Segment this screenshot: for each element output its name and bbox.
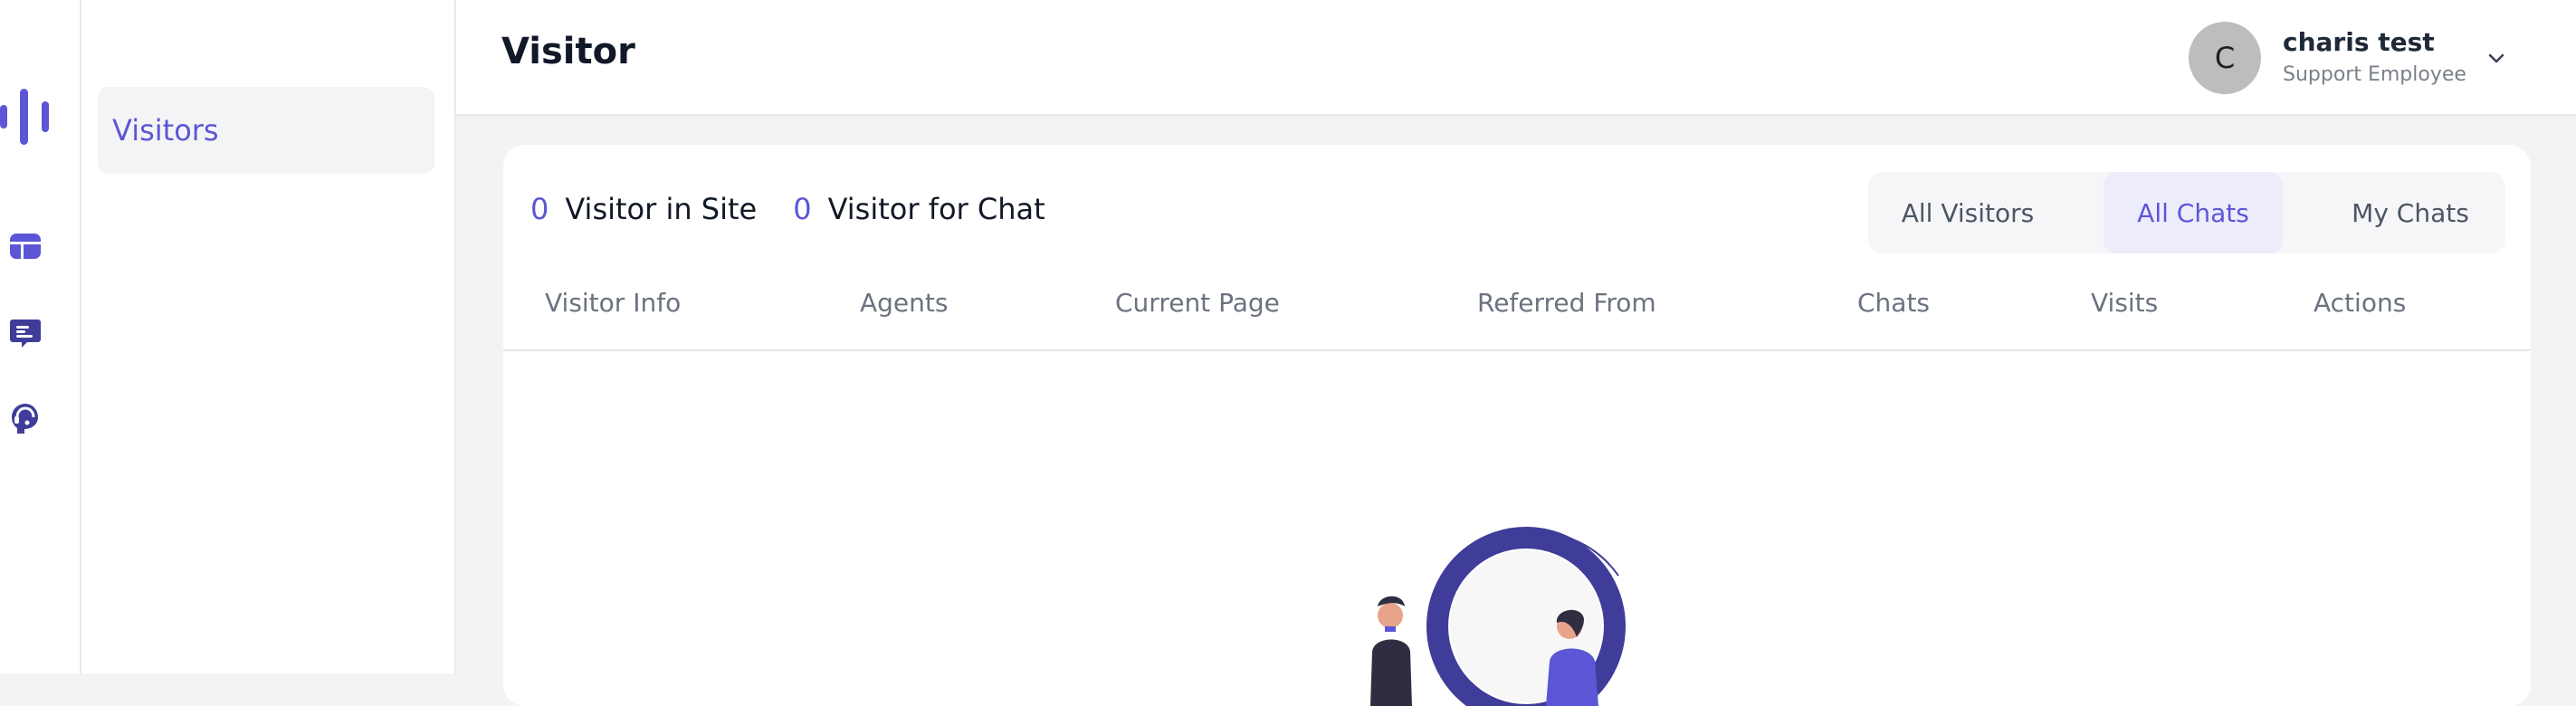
tab-all-chats[interactable]: All Chats (2104, 172, 2283, 253)
chat-filter-tabs: All Visitors All Chats My Chats (1868, 172, 2505, 253)
user-name: charis test (2283, 27, 2435, 57)
support-agent-icon[interactable] (5, 398, 45, 438)
visitor-for-chat-count: 0 (793, 192, 812, 226)
chevron-down-icon[interactable] (2480, 42, 2513, 74)
column-referred-from: Referred From (1477, 288, 1656, 318)
empty-state-illustration (1370, 527, 1626, 706)
column-visits: Visits (2091, 288, 2159, 318)
visitors-card: 0 Visitor in Site 0 Visitor for Chat All… (503, 145, 2531, 706)
dashboard-icon[interactable] (5, 226, 45, 266)
chat-icon[interactable] (5, 313, 45, 353)
column-agents: Agents (860, 288, 949, 318)
avatar[interactable]: C (2189, 22, 2261, 94)
visitor-in-site-count: 0 (530, 192, 549, 226)
avatar-initial: C (2214, 41, 2236, 75)
app-logo-icon (0, 89, 49, 145)
visitor-for-chat-label: Visitor for Chat (827, 192, 1045, 226)
tab-my-chats[interactable]: My Chats (2315, 172, 2505, 253)
column-visitor-info: Visitor Info (545, 288, 682, 318)
column-chats: Chats (1857, 288, 1931, 318)
top-header: Visitor C charis test Support Employee (456, 0, 2576, 116)
subnav-item-label: Visitors (112, 113, 219, 148)
icon-rail (0, 0, 81, 673)
tab-all-visitors[interactable]: All Visitors (1868, 172, 2067, 253)
table-header: Visitor Info Agents Current Page Referre… (503, 272, 2531, 351)
visitor-stats: 0 Visitor in Site 0 Visitor for Chat (530, 192, 1045, 226)
column-current-page: Current Page (1115, 288, 1280, 318)
user-role: Support Employee (2283, 63, 2466, 86)
subnav-item-visitors[interactable]: Visitors (98, 87, 434, 174)
visitor-in-site-label: Visitor in Site (565, 192, 758, 226)
column-actions: Actions (2314, 288, 2407, 318)
page-title: Visitor (501, 31, 635, 72)
secondary-sidebar: Visitors (81, 0, 456, 673)
